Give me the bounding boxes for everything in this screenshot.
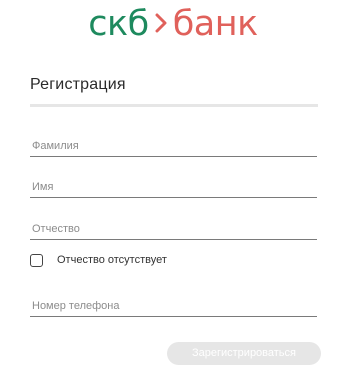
first-name-field bbox=[30, 171, 319, 198]
register-button[interactable]: Зарегистрироваться bbox=[167, 342, 321, 365]
logo-text-right: банк bbox=[172, 4, 259, 44]
bank-logo: скб банк bbox=[0, 2, 346, 46]
patronymic-input[interactable] bbox=[30, 223, 319, 235]
last-name-field bbox=[30, 130, 319, 157]
logo-text-left: скб bbox=[88, 4, 149, 44]
no-patronymic-checkbox[interactable] bbox=[30, 253, 43, 267]
phone-field bbox=[30, 290, 319, 317]
last-name-input[interactable] bbox=[30, 140, 319, 152]
no-patronymic-row[interactable]: Отчество отсутствует bbox=[30, 252, 167, 268]
page-title: Регистрация bbox=[30, 76, 126, 93]
no-patronymic-label[interactable]: Отчество отсутствует bbox=[57, 254, 167, 266]
phone-input[interactable] bbox=[30, 300, 319, 312]
chevron-right-icon bbox=[155, 13, 167, 33]
first-name-input[interactable] bbox=[30, 181, 319, 193]
patronymic-field bbox=[30, 213, 319, 240]
title-divider bbox=[30, 104, 318, 107]
